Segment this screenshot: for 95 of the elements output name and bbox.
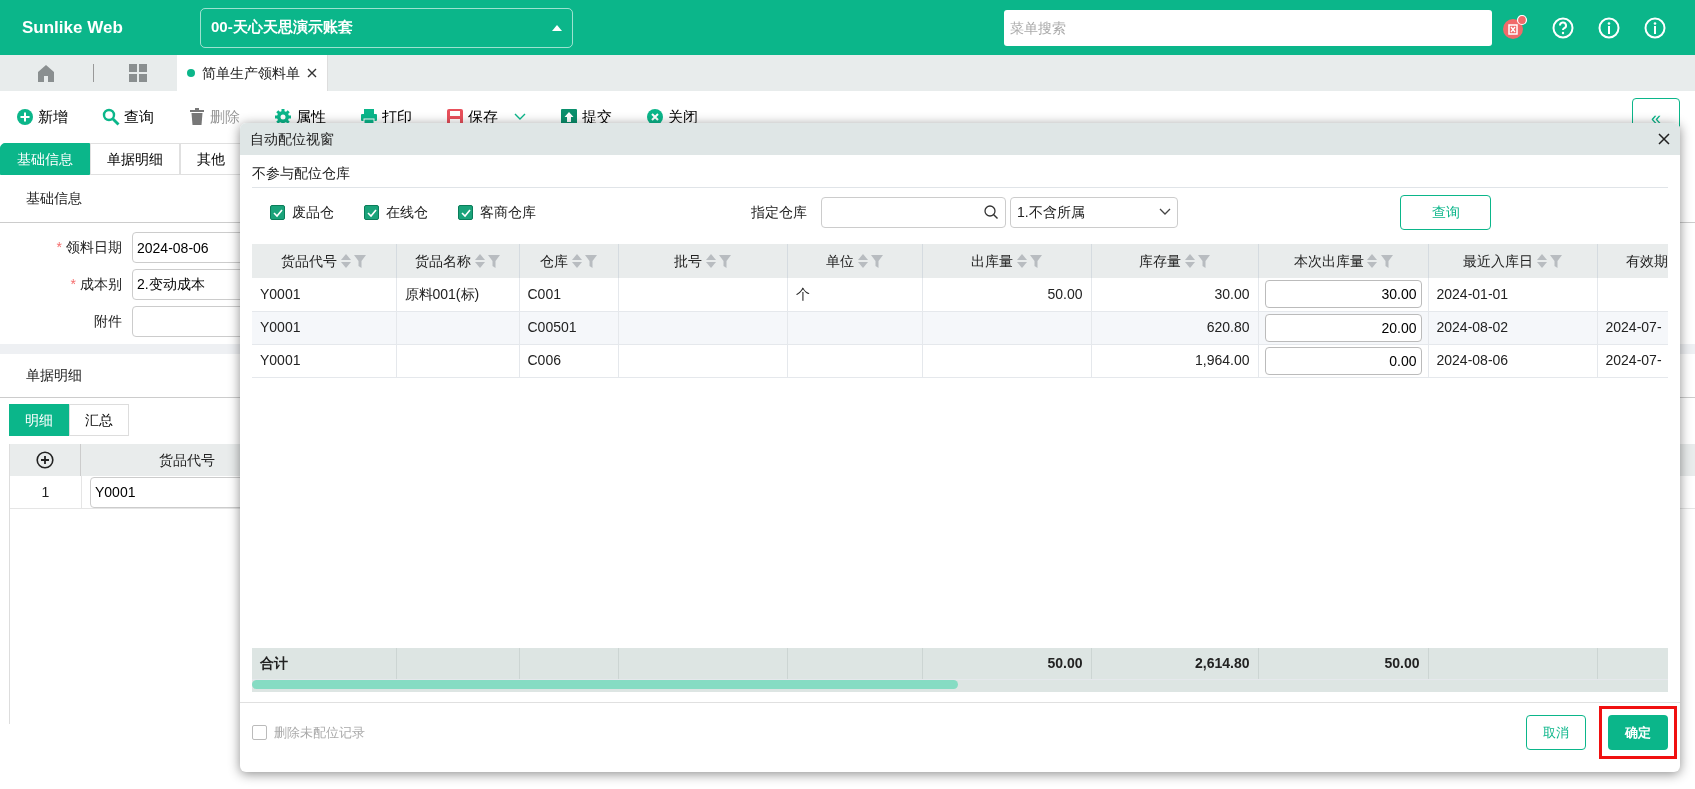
table-cell: C001 [527, 285, 561, 302]
grid-icon[interactable] [129, 64, 147, 82]
section-title: 单据明细 [26, 366, 82, 385]
sort-icon[interactable] [705, 254, 716, 268]
checkbox[interactable]: 在线仓 [364, 201, 428, 223]
column-header: 库存量 [1139, 251, 1181, 271]
table-cell: 2024-08-02 [1436, 319, 1509, 335]
column-header: 出库量 [971, 251, 1013, 271]
filter-icon[interactable] [1030, 254, 1042, 268]
column-header: 货品名称 [415, 251, 471, 271]
table-cell: 620.80 [1206, 319, 1250, 335]
app-logo: Sunlike Web [21, 16, 124, 39]
dialog-title: 自动配位视窗 [250, 129, 334, 149]
home-icon[interactable] [37, 64, 55, 82]
table-cell: Y0001 [260, 319, 301, 335]
table-cell: Y0001 [260, 285, 301, 302]
row-number: 1 [40, 482, 51, 502]
total-label: 合计 [260, 654, 288, 671]
sort-icon[interactable] [1184, 254, 1195, 268]
total-cell: 2,614.80 [1195, 654, 1250, 671]
table-cell: 个 [795, 285, 810, 302]
scrollbar-thumb[interactable] [252, 680, 958, 689]
scope-select[interactable]: 1.不含所属 [1010, 196, 1178, 228]
info-icon[interactable] [1598, 16, 1620, 39]
status-dot [187, 69, 195, 77]
close-button[interactable] [1658, 133, 1670, 145]
table-cell: 30.00 [1214, 285, 1250, 302]
checkbox: 删除未配位记录 [252, 722, 365, 743]
required-mark: * [56, 238, 62, 257]
field-label: 成本别 [80, 275, 123, 294]
filter-icon[interactable] [1380, 254, 1393, 268]
quantity-field[interactable]: 0.00 [1264, 346, 1422, 375]
required-mark: * [70, 275, 76, 294]
toolbar-button[interactable]: 新增 [16, 105, 68, 129]
column-header: 本次出库量 [1293, 251, 1364, 271]
column-header: 货品代号 [159, 450, 215, 470]
page-tab[interactable]: 简单生产领料单 [177, 55, 328, 91]
sort-icon[interactable] [1016, 254, 1027, 268]
sort-icon[interactable] [474, 254, 485, 268]
column-header: 单位 [826, 251, 854, 271]
sort-icon[interactable] [340, 254, 351, 268]
info-icon[interactable] [1644, 16, 1666, 39]
sort-icon[interactable] [1367, 254, 1377, 268]
sort-icon[interactable] [571, 254, 582, 268]
plus-icon [16, 108, 34, 126]
filter-icon[interactable] [1198, 254, 1210, 268]
field-label: 领料日期 [66, 238, 123, 257]
close-icon[interactable] [307, 68, 317, 78]
column-header: 批号 [674, 251, 702, 271]
filter-icon[interactable] [719, 254, 731, 268]
trash-icon [188, 108, 206, 126]
filter-icon[interactable] [1550, 254, 1562, 268]
close-icon [1658, 133, 1670, 145]
toolbar-button[interactable]: 查询 [102, 105, 154, 129]
group-label: 不参与配位仓库 [252, 165, 350, 181]
table-cell: C006 [527, 352, 561, 368]
filter-icon[interactable] [354, 254, 367, 268]
checkbox[interactable]: 客商仓库 [458, 201, 536, 223]
search-icon [984, 205, 998, 219]
help-icon[interactable] [1552, 16, 1574, 39]
table-cell: 2024-07- [1605, 352, 1662, 368]
view-tab[interactable]: 汇总 [69, 404, 129, 436]
add-row-icon[interactable] [36, 451, 54, 469]
table-cell: 2024-01-01 [1436, 285, 1509, 302]
checkbox[interactable]: 废品仓 [270, 201, 334, 223]
form-tab[interactable]: 其他 [180, 143, 242, 175]
caret-icon [552, 24, 562, 31]
search-icon [102, 108, 120, 126]
total-cell: 50.00 [1384, 654, 1420, 671]
field-label: 附件 [94, 312, 123, 331]
column-header: 仓库 [540, 251, 568, 271]
sort-icon[interactable] [857, 254, 868, 268]
alert-icon[interactable] [1502, 14, 1528, 41]
sort-icon[interactable] [1536, 254, 1547, 268]
filter-icon[interactable] [871, 254, 883, 268]
table-cell: 2024-08-06 [1436, 352, 1509, 368]
table-cell: Y0001 [260, 352, 301, 368]
quantity-field[interactable]: 20.00 [1264, 313, 1422, 342]
table-cell: 1,964.00 [1195, 352, 1250, 368]
table-cell: 原料001(标) [404, 285, 480, 302]
column-header: 有效期 [1626, 251, 1668, 271]
filter-icon[interactable] [585, 254, 597, 268]
table-cell: 2024-07- [1605, 319, 1662, 335]
table-cell: 50.00 [1047, 285, 1083, 302]
section-title: 基础信息 [26, 189, 82, 208]
table-cell: C00501 [527, 319, 577, 335]
column-header: 最近入库日 [1463, 251, 1533, 271]
field-label: 指定仓库 [751, 202, 807, 222]
filter-icon[interactable] [488, 254, 500, 268]
chevron-icon [1159, 208, 1171, 216]
total-cell: 50.00 [1047, 654, 1083, 671]
search-field[interactable]: 菜单搜索 [1004, 9, 1492, 46]
form-tab[interactable]: 单据明细 [90, 143, 180, 175]
input-field[interactable] [821, 196, 1006, 228]
quantity-field[interactable]: 30.00 [1264, 280, 1422, 309]
